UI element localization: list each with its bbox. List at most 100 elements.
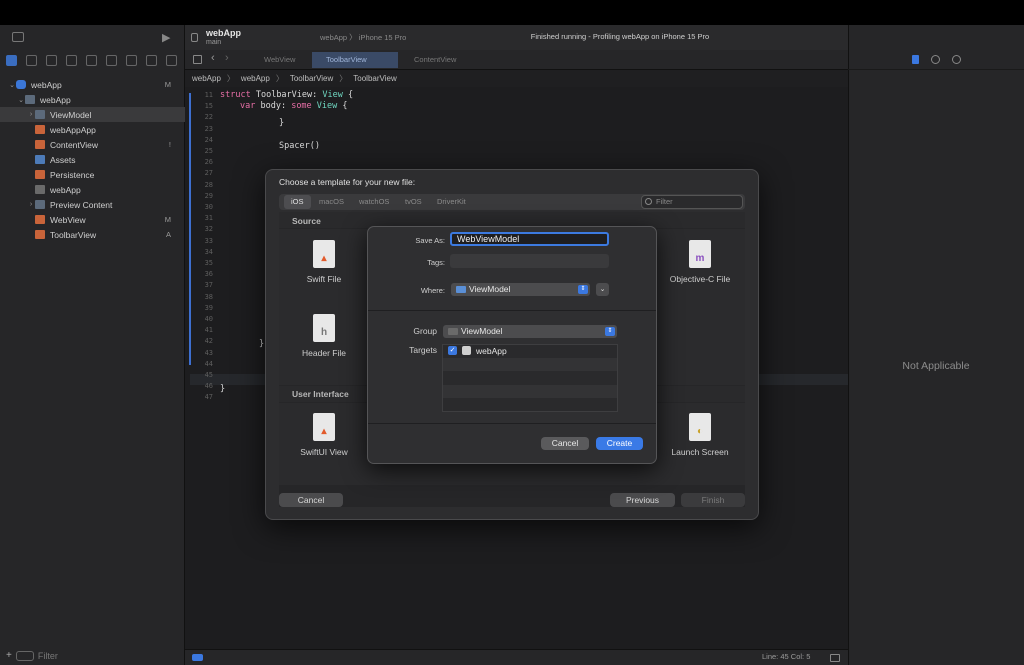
tree-item-label: ContentView [50, 139, 99, 150]
branch-name: main [206, 39, 222, 46]
breadcrumb-item[interactable]: ToolbarView [353, 74, 396, 83]
folder-icon [448, 328, 458, 335]
add-icon[interactable]: + [6, 650, 12, 661]
create-button[interactable]: Create [596, 437, 643, 450]
history-icon[interactable] [930, 55, 940, 64]
sheet-title: Choose a template for your new file: [279, 177, 416, 187]
line-number: 27 [204, 169, 213, 178]
project-icon [16, 80, 26, 89]
header-icon: h [313, 314, 335, 342]
template-swift-file[interactable]: ▴ Swift File [279, 240, 369, 284]
file-inspector-icon[interactable] [911, 55, 919, 64]
tree-item-group[interactable]: › Preview Content [0, 197, 185, 212]
swift-file-icon [35, 125, 45, 134]
tree-item-label: ViewModel [50, 109, 92, 120]
line-number: 11 [204, 91, 213, 99]
tree-item-file[interactable]: Persistence [0, 167, 185, 182]
breadcrumb-item[interactable]: webApp [241, 74, 270, 83]
template-objc-file[interactable]: m Objective-C File [655, 240, 745, 284]
tree-item-group[interactable]: ⌄ webApp [0, 92, 185, 107]
tab-contentview[interactable]: ContentView [400, 52, 480, 68]
list-item [443, 358, 617, 371]
report-icon[interactable] [166, 54, 177, 66]
run-icon[interactable]: ▶ [162, 31, 170, 44]
tab-ios[interactable]: iOS [284, 195, 311, 209]
tree-item-label: webApp [40, 94, 71, 105]
finish-button[interactable]: Finish [681, 493, 745, 507]
sidebar-toggle-icon[interactable] [12, 32, 24, 42]
code-line[interactable]: var body: some View { [240, 101, 348, 111]
template-filter-input[interactable]: Filter [641, 195, 743, 209]
project-name[interactable]: webApp [206, 28, 241, 38]
app-target-icon [462, 346, 471, 355]
breakpoint-icon[interactable] [146, 54, 157, 66]
cancel-button[interactable]: Cancel [279, 493, 343, 507]
code-line[interactable]: } [220, 384, 225, 394]
navigator-filter[interactable]: + Filter [6, 649, 180, 662]
tags-field[interactable] [450, 254, 609, 268]
grid-icon[interactable] [193, 55, 202, 64]
chevron-right-icon[interactable]: › [27, 201, 35, 208]
warning-icon[interactable] [86, 54, 97, 66]
folder-icon [35, 110, 45, 119]
line-number: 39 [204, 303, 213, 312]
tab-watchos[interactable]: watchOS [352, 195, 396, 209]
cancel-button[interactable]: Cancel [541, 437, 589, 450]
target-checkbox[interactable]: ✓ [448, 346, 457, 355]
previous-button[interactable]: Previous [610, 493, 675, 507]
breadcrumb-item[interactable]: webApp [192, 74, 221, 83]
bookmark-icon[interactable] [46, 54, 57, 66]
navigator-toolbar: ▶ [0, 25, 185, 49]
tab-macos[interactable]: macOS [312, 195, 351, 209]
debug-area-icon[interactable] [192, 654, 203, 661]
code-line[interactable]: Spacer() [279, 141, 320, 151]
code-line[interactable]: } [279, 118, 284, 128]
tab-driverkit[interactable]: DriverKit [430, 195, 473, 209]
expand-button[interactable]: ⌄ [596, 283, 609, 296]
search-icon[interactable] [66, 54, 77, 66]
test-icon[interactable] [106, 54, 117, 66]
tree-item-file[interactable]: webAppApp [0, 122, 185, 137]
navigator-tabs [0, 50, 185, 70]
help-icon[interactable] [951, 55, 961, 64]
code-line[interactable]: } [259, 339, 264, 349]
template-launch-screen[interactable]: ◐ Launch Screen [655, 413, 745, 457]
scheme-selector[interactable]: webApp 〉 iPhone 15 Pro [320, 32, 406, 43]
tree-item-project[interactable]: ⌄ webApp M [0, 77, 185, 92]
swift-icon: ▴ [313, 240, 335, 268]
tree-item-file[interactable]: Assets [0, 152, 185, 167]
debug-icon[interactable] [126, 54, 137, 66]
chevron-down-icon[interactable]: ⌄ [17, 96, 25, 104]
group-popup[interactable]: ViewModel ⇕ [443, 325, 617, 338]
tree-item-file[interactable]: webApp [0, 182, 185, 197]
tree-item-label: webApp [50, 184, 81, 195]
chevron-right-icon[interactable]: › [27, 111, 35, 118]
debug-bar [185, 649, 848, 665]
back-icon[interactable]: ‹ [211, 52, 215, 64]
filter-options-icon[interactable] [15, 650, 34, 661]
chevron-down-icon[interactable]: ⌄ [8, 81, 16, 89]
folder-icon[interactable] [6, 54, 17, 66]
where-popup[interactable]: ViewModel ⇕ [451, 283, 590, 296]
forward-icon[interactable]: › [225, 52, 229, 64]
line-number: 25 [204, 147, 213, 155]
breadcrumb-item[interactable]: ToolbarView [290, 74, 333, 83]
template-swiftui-view[interactable]: ▴ SwiftUI View [279, 413, 369, 457]
tree-item-file[interactable]: ToolbarView A [0, 227, 185, 242]
template-label: Launch Screen [671, 447, 729, 457]
tab-tvos[interactable]: tvOS [398, 195, 429, 209]
divider [368, 423, 656, 424]
keyword: some [286, 101, 312, 111]
template-header-file[interactable]: h Header File [279, 314, 369, 358]
tree-item-file[interactable]: ContentView ! [0, 137, 185, 152]
tree-item-file[interactable]: WebView M [0, 212, 185, 227]
tab-webview[interactable]: WebView [250, 52, 310, 68]
tree-item-viewmodel[interactable]: › ViewModel [0, 107, 185, 122]
panel-toggle-icon[interactable] [830, 654, 840, 662]
save-as-field[interactable]: WebViewModel [450, 232, 609, 246]
tab-toolbarview[interactable]: ToolbarView [312, 52, 398, 68]
line-number: 35 [204, 259, 213, 267]
line-number: 29 [204, 191, 213, 200]
code-line[interactable]: struct ToolbarView: View { [220, 90, 353, 100]
source-control-icon[interactable] [26, 54, 37, 66]
